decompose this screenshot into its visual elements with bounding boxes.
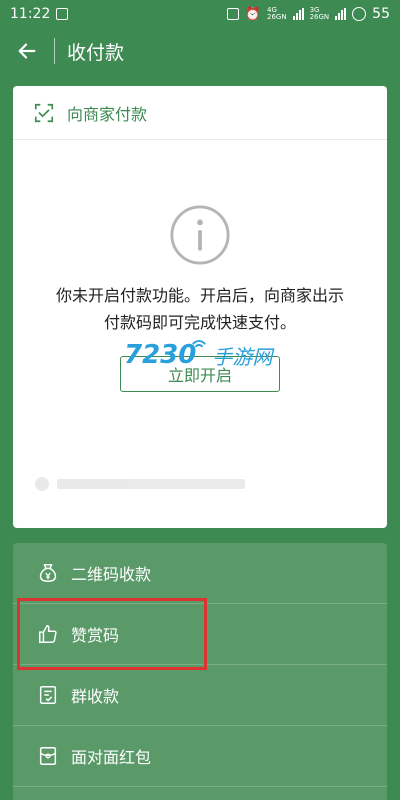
menu-item-group-collect[interactable]: 群收款 (13, 665, 387, 726)
watermark-text: 手游网 (212, 344, 273, 369)
signal-2-icon (335, 8, 347, 20)
red-packet-icon (39, 747, 57, 765)
network-1-label: 26GN (267, 13, 287, 21)
money-bag-icon (39, 564, 57, 582)
disabled-message: 你未开启付款功能。开启后，向商家出示 付款码即可完成快速支付。 (33, 282, 367, 336)
network-1: 4G 26GN (267, 7, 287, 21)
menu-item-label: 面对面红包 (71, 748, 152, 767)
disabled-message-line-1: 你未开启付款功能。开启后，向商家出示 (55, 286, 344, 305)
network-2: 3G 26GN (310, 7, 330, 21)
vibrate-icon (226, 8, 239, 20)
menu-item-label: 二维码收款 (71, 565, 152, 584)
battery-level: 55 (372, 6, 390, 22)
status-bar: 11:22 ⏰ 4G 26GN 3G 26GN 55 (0, 0, 400, 28)
card-header-label: 向商家付款 (67, 104, 148, 124)
scan-icon (34, 103, 54, 122)
notification-icon (56, 8, 69, 20)
pay-merchant-card: 向商家付款 你未开启付款功能。开启后，向商家出示 付款码即可完成快速支付。 立即… (13, 86, 387, 528)
info-icon (170, 205, 230, 265)
menu-item-face-to-face-red-packet[interactable]: 面对面红包 (13, 726, 387, 787)
menu-item-label: 群收款 (71, 687, 120, 706)
menu-item-qr-receive[interactable]: 二维码收款 (13, 543, 387, 604)
page-title: 收付款 (67, 41, 125, 64)
wifi-icon (192, 340, 207, 348)
payment-menu: 二维码收款 赞赏码 群收款 面对面红包 (13, 543, 387, 800)
arrow-left-icon[interactable] (16, 40, 38, 62)
watermark-number: 7230 (124, 340, 197, 370)
faded-placeholder (35, 476, 245, 492)
alarm-icon: ⏰ (244, 6, 262, 22)
status-time: 11:22 (10, 6, 51, 22)
highlight-box (17, 598, 207, 670)
disabled-message-line-2: 付款码即可完成快速支付。 (103, 313, 296, 332)
network-2-label: 26GN (309, 13, 330, 21)
signal-1-icon (292, 8, 304, 20)
app-bar: 收付款 (0, 28, 400, 74)
battery-icon (352, 7, 367, 21)
card-header: 向商家付款 (13, 86, 387, 140)
app-bar-divider (54, 38, 55, 64)
document-icon (39, 686, 57, 704)
watermark: 7230 手游网 (124, 340, 272, 370)
